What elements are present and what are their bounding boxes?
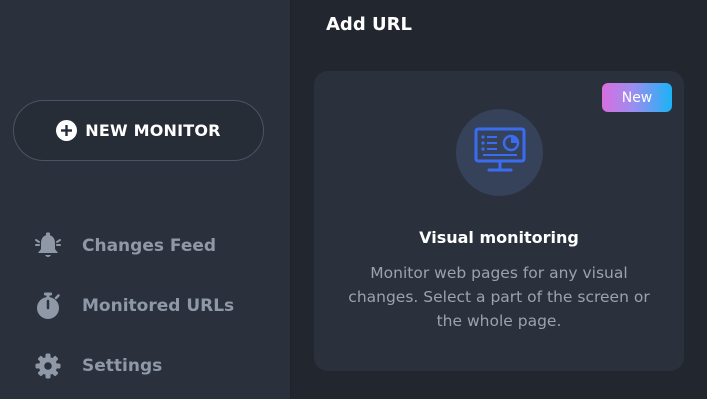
page-title: Add URL (326, 14, 412, 35)
main-content: Add URL New Visual monitoring Monitor we… (291, 0, 707, 399)
sidebar: NEW MONITOR Changes Feed Monitored URLs … (0, 0, 291, 399)
bell-icon (32, 230, 64, 262)
gear-icon (32, 350, 64, 382)
sidebar-item-label: Settings (82, 356, 163, 376)
sidebar-item-settings[interactable]: Settings (32, 346, 162, 386)
sidebar-item-label: Changes Feed (82, 236, 217, 256)
plus-circle-icon (56, 120, 78, 141)
new-monitor-label: NEW MONITOR (85, 121, 221, 140)
visual-monitoring-card[interactable]: New Visual monitoring Monitor web pages … (314, 71, 684, 371)
sidebar-item-label: Monitored URLs (82, 296, 235, 316)
new-monitor-button[interactable]: NEW MONITOR (13, 100, 264, 161)
monitor-chart-icon (473, 126, 527, 180)
sidebar-item-monitored-urls[interactable]: Monitored URLs (32, 286, 234, 326)
feature-icon-container (456, 109, 543, 196)
sidebar-item-changes-feed[interactable]: Changes Feed (32, 226, 216, 266)
new-badge: New (602, 83, 672, 112)
app-window: NEW MONITOR Changes Feed Monitored URLs … (0, 0, 707, 399)
stopwatch-icon (32, 290, 64, 322)
card-title: Visual monitoring (419, 228, 579, 247)
card-description: Monitor web pages for any visual changes… (348, 264, 650, 330)
